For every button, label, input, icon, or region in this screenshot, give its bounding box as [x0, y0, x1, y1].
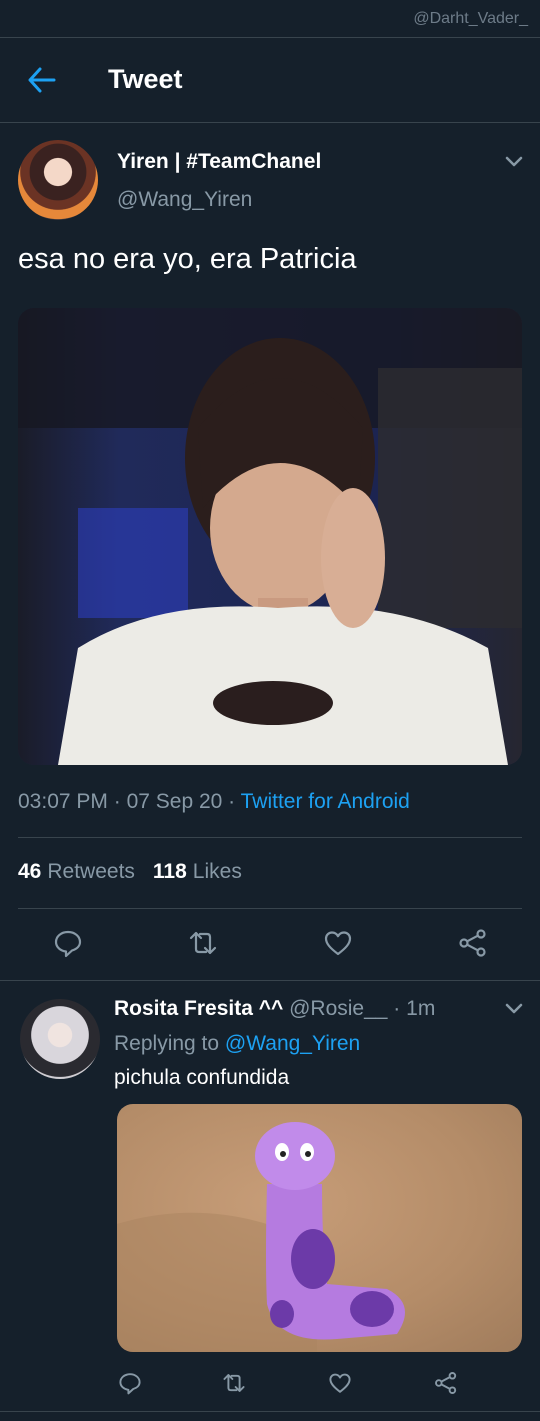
reply-author-handle[interactable]: @Rosie__: [289, 997, 387, 1020]
replying-to-mention[interactable]: @Wang_Yiren: [225, 1032, 360, 1055]
like-icon[interactable]: [328, 1371, 352, 1395]
tweet-date: 07 Sep 20: [126, 790, 223, 813]
reply-time: 1m: [406, 997, 436, 1020]
reply-icon[interactable]: [53, 928, 83, 958]
watermark: @Darht_Vader_: [413, 10, 528, 27]
arrow-left-icon[interactable]: [26, 66, 58, 94]
tweet-meta: 03:07 PM · 07 Sep 20 · Twitter for Andro…: [18, 790, 410, 813]
top-bar: Tweet: [0, 37, 540, 123]
likes-count: 118: [152, 860, 187, 883]
page-title: Tweet: [108, 64, 183, 94]
retweets-label: Retweets: [47, 860, 135, 883]
likes-label: Likes: [192, 860, 242, 883]
divider: [0, 980, 540, 981]
like-icon[interactable]: [323, 928, 353, 958]
retweet-icon[interactable]: [222, 1371, 246, 1395]
reply-icon[interactable]: [118, 1371, 142, 1395]
chevron-down-icon[interactable]: [504, 155, 524, 169]
reply-header: Rosita Fresita ^^ @Rosie__ · 1m: [114, 997, 436, 1020]
divider: [18, 908, 522, 909]
reply-image[interactable]: [117, 1104, 522, 1352]
tweet-time: 03:07 PM: [18, 790, 108, 813]
tweet-image[interactable]: [18, 308, 522, 765]
retweets-count: 46: [18, 860, 42, 883]
reply-text: pichula confundida: [114, 1066, 290, 1089]
tweet-text: esa no era yo, era Patricia: [18, 243, 357, 275]
author-handle[interactable]: @Wang_Yiren: [117, 188, 252, 212]
share-icon[interactable]: [458, 928, 488, 958]
reply-author-name[interactable]: Rosita Fresita ^^: [114, 997, 283, 1020]
share-icon[interactable]: [434, 1371, 458, 1395]
author-name[interactable]: Yiren | #TeamChanel: [117, 150, 321, 174]
author-avatar[interactable]: [18, 140, 98, 220]
likes-stat[interactable]: 118 Likes: [153, 860, 242, 883]
replying-to: Replying to @Wang_Yiren: [114, 1032, 360, 1056]
retweets-stat[interactable]: 46 Retweets: [18, 860, 135, 883]
chevron-down-icon[interactable]: [504, 1002, 524, 1016]
divider: [18, 837, 522, 838]
retweet-icon[interactable]: [188, 928, 218, 958]
reply-avatar[interactable]: [20, 999, 100, 1079]
replying-to-label: Replying to: [114, 1032, 220, 1055]
tweet-stats: 46 Retweets 118 Likes: [18, 860, 242, 884]
divider: [0, 1411, 540, 1412]
tweet-source-link[interactable]: Twitter for Android: [241, 790, 410, 813]
